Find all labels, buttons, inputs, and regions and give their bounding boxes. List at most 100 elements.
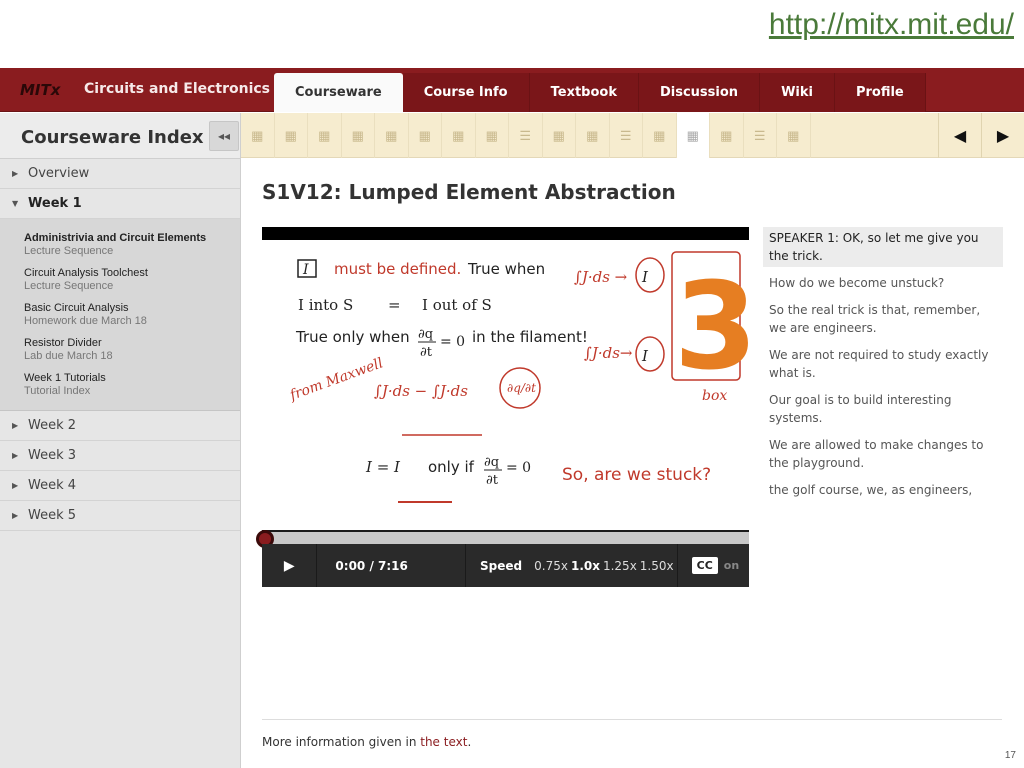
transcript-line[interactable]: How do we become unstuck? [763,272,1003,294]
more-info-prefix: More information given in [262,735,421,749]
captions-control: CC on [678,544,749,587]
transcript-line[interactable]: We are allowed to make changes to the pl… [763,434,1003,474]
sidebar-item-week-5[interactable]: ▶ Week 5 [0,501,240,531]
progress-track [262,532,749,544]
video-controls: ▶ 0:00 / 7:16 Speed 0.75x 1.0x 1.25x 1.5… [262,544,749,587]
video-icon: ▦ [787,127,800,143]
the-text-link[interactable]: the text [420,735,467,749]
svg-text:∂q/∂t: ∂q/∂t [507,381,536,395]
slide-line2b: I out of S [422,296,492,314]
double-chevron-left-icon: ◂◂ [217,129,231,143]
sequence-item-basic-analysis[interactable]: Basic Circuit Analysis Homework due Marc… [0,299,240,334]
sequence-subtitle: Lab due March 18 [24,350,113,362]
svg-text:∫J·ds − ∫J·ds: ∫J·ds − ∫J·ds [374,382,468,400]
transcript-line[interactable]: So the real trick is that, remember, we … [763,299,1003,339]
sequence-subtitle: Homework due March 18 [24,315,147,327]
tab-courseware[interactable]: Courseware [274,73,403,112]
sequence-unit-4[interactable]: ▦ [342,113,375,158]
sidebar-item-label: Week 3 [28,448,77,463]
svg-text:∫J·ds →: ∫J·ds → [574,268,628,286]
transcript-line[interactable]: the golf course, we, as engineers, [763,479,1003,501]
collapse-sidebar-button[interactable]: ◂◂ [209,121,239,151]
tab-textbook[interactable]: Textbook [529,73,639,112]
video-icon: ▦ [485,127,498,143]
speed-option-1-50[interactable]: 1.50x [640,559,674,573]
sequence-unit-5[interactable]: ▦ [375,113,409,158]
slide-stuck: So, are we stuck? [562,465,711,485]
video-frame[interactable]: I must be defined. True when I into S = … [262,240,758,530]
sequence-unit-1[interactable]: ▦ [241,113,275,158]
sequence-item-resistor-divider[interactable]: Resistor Divider Lab due March 18 [0,334,240,369]
sequence-unit-17[interactable]: ▦ [777,113,811,158]
video-icon: ▦ [251,127,264,143]
mitx-logo[interactable]: MITx [20,81,60,99]
sequence-unit-7[interactable]: ▦ [442,113,476,158]
sidebar-item-label: Week 2 [28,418,77,433]
sidebar-item-overview[interactable]: ▶ Overview [0,159,240,189]
sequence-subtitle: Tutorial Index [24,385,91,397]
mitx-url-link[interactable]: http://mitx.mit.edu/ [769,8,1014,42]
sequence-subtitle: Lecture Sequence [24,280,114,292]
sequence-unit-3[interactable]: ▦ [308,113,342,158]
course-name: Circuits and Electronics [84,81,271,97]
sidebar-item-week-4[interactable]: ▶ Week 4 [0,471,240,501]
slide-from-maxwell: from Maxwell [287,355,385,404]
transcript-line[interactable]: Our goal is to build interesting systems… [763,389,1003,429]
sequence-unit-16[interactable]: ☰ [744,113,777,158]
speed-option-0-75[interactable]: 0.75x [534,559,568,573]
more-info-suffix: . [467,735,472,749]
sequence-unit-8[interactable]: ▦ [476,113,509,158]
slide-equals: = [388,296,401,314]
sequence-unit-11[interactable]: ▦ [576,113,610,158]
sequence-title: Circuit Analysis Toolchest [24,267,148,279]
svg-text:∂t: ∂t [486,473,499,488]
previous-unit-button[interactable]: ◀ [938,113,981,158]
next-unit-button[interactable]: ▶ [981,113,1024,158]
sidebar-item-label: Overview [28,166,90,181]
sidebar-item-week-1[interactable]: ▼ Week 1 [0,189,240,219]
sequence-item-administrivia[interactable]: Administrivia and Circuit Elements Lectu… [0,229,240,264]
slide-box-label: I [302,262,309,278]
video-icon: ▦ [586,127,599,143]
tab-discussion[interactable]: Discussion [638,73,761,112]
sidebar-item-week-3[interactable]: ▶ Week 3 [0,441,240,471]
video-icon: ▦ [318,127,331,143]
speed-option-1-25[interactable]: 1.25x [603,559,637,573]
speed-option-1-0[interactable]: 1.0x [571,559,600,573]
svg-text:I: I [641,347,649,365]
sequence-unit-9[interactable]: ☰ [509,113,543,158]
slide-big-number: 3 [674,258,749,397]
sequence-unit-2[interactable]: ▦ [275,113,308,158]
arrow-right-icon: ▶ [996,127,1010,145]
video-player: I must be defined. True when I into S = … [256,227,758,587]
sequence-unit-13[interactable]: ▦ [643,113,677,158]
sequence-unit-15[interactable]: ▦ [710,113,744,158]
sequence-title: Administrivia and Circuit Elements [24,232,207,244]
list-icon: ☰ [519,127,532,143]
sequence-item-toolchest[interactable]: Circuit Analysis Toolchest Lecture Seque… [0,264,240,299]
video-progress-bar[interactable] [256,530,749,548]
sequence-unit-12[interactable]: ☰ [610,113,643,158]
transcript-line[interactable]: SPEAKER 1: OK, so let me give you the tr… [763,227,1003,267]
video-transcript: SPEAKER 1: OK, so let me give you the tr… [763,227,1003,506]
tab-profile[interactable]: Profile [834,73,926,112]
sequence-unit-14[interactable]: ▦ [676,113,710,158]
transcript-line[interactable]: We are not required to study exactly wha… [763,344,1003,384]
captions-toggle-button[interactable]: CC [691,557,718,574]
sequence-title: Basic Circuit Analysis [24,302,129,314]
video-icon: ▦ [418,127,431,143]
play-button[interactable]: ▶ [262,544,318,587]
caret-right-icon: ▶ [12,511,19,520]
sequence-item-tutorials[interactable]: Week 1 Tutorials Tutorial Index [0,369,240,404]
sequence-unit-6[interactable]: ▦ [409,113,442,158]
svg-text:∂q: ∂q [484,455,499,470]
sidebar-item-week-2[interactable]: ▶ Week 2 [0,411,240,441]
tab-course-info[interactable]: Course Info [402,73,530,112]
slide-number: 17 [1004,750,1016,761]
svg-text:I = I: I = I [365,458,401,476]
sequence-unit-10[interactable]: ▦ [543,113,576,158]
tab-wiki[interactable]: Wiki [760,73,835,112]
slide-line2: I into S [298,296,353,314]
video-icon: ▦ [686,127,699,143]
video-icon: ▦ [351,127,364,143]
